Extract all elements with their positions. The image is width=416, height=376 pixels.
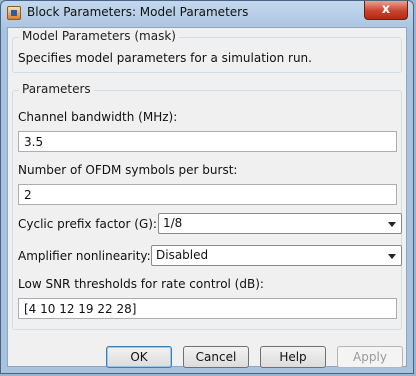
title-bar[interactable]: Block Parameters: Model Parameters x	[1, 1, 413, 25]
channel-bandwidth-label: Channel bandwidth (MHz):	[18, 110, 178, 124]
mask-description: Specifies model parameters for a simulat…	[18, 51, 312, 65]
cancel-button[interactable]: Cancel	[183, 346, 249, 368]
block-parameters-dialog: Block Parameters: Model Parameters x Mod…	[0, 0, 414, 374]
dialog-body: Model Parameters (mask) Specifies model …	[7, 27, 407, 368]
cyclic-prefix-value: 1/8	[163, 216, 183, 230]
close-button[interactable]: x	[364, 1, 408, 20]
dropdown-arrow-icon	[388, 222, 396, 227]
window-title: Block Parameters: Model Parameters	[27, 5, 249, 19]
channel-bandwidth-field[interactable]: 3.5	[18, 131, 397, 152]
amplifier-label: Amplifier nonlinearity:	[18, 249, 151, 263]
parameters-group: Parameters Channel bandwidth (MHz): 3.5 …	[12, 82, 402, 330]
apply-button[interactable]: Apply	[337, 346, 403, 368]
dropdown-arrow-icon	[388, 254, 396, 259]
snr-thresholds-field[interactable]: [4 10 12 19 22 28]	[18, 298, 397, 319]
simulink-block-icon	[7, 6, 21, 20]
snr-thresholds-label: Low SNR thresholds for rate control (dB)…	[18, 277, 264, 291]
cyclic-prefix-label: Cyclic prefix factor (G):	[18, 217, 157, 231]
cyclic-prefix-select[interactable]: 1/8	[158, 213, 402, 234]
parameters-group-title: Parameters	[19, 82, 94, 96]
mask-description-group: Model Parameters (mask) Specifies model …	[12, 29, 402, 73]
ok-button[interactable]: OK	[106, 346, 172, 368]
ofdm-symbols-label: Number of OFDM symbols per burst:	[18, 163, 238, 177]
mask-group-title: Model Parameters (mask)	[19, 29, 179, 43]
help-button[interactable]: Help	[260, 346, 326, 368]
amplifier-value: Disabled	[156, 248, 209, 262]
amplifier-select[interactable]: Disabled	[151, 245, 402, 266]
ofdm-symbols-field[interactable]: 2	[18, 184, 397, 205]
